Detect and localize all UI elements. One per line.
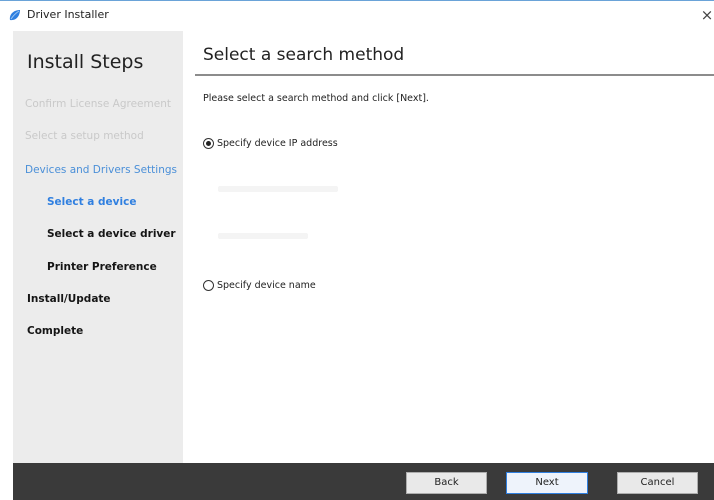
- cancel-button[interactable]: Cancel: [617, 472, 698, 494]
- disabled-subfield: [218, 233, 308, 239]
- option-device-name[interactable]: Specify device name: [203, 280, 316, 291]
- step-confirm-license: Confirm License Agreement: [25, 98, 171, 110]
- install-steps-sidebar: Install Steps Confirm License Agreement …: [13, 31, 183, 463]
- step-devices-drivers-settings: Devices and Drivers Settings: [25, 164, 177, 176]
- step-select-setup-method: Select a setup method: [25, 130, 144, 142]
- next-button[interactable]: Next: [506, 472, 588, 494]
- disabled-subfield: [218, 186, 338, 192]
- step-printer-preference: Printer Preference: [47, 261, 157, 273]
- app-logo-icon: [9, 10, 20, 21]
- option-device-ip-address[interactable]: Specify device IP address: [203, 138, 338, 149]
- window-title: Driver Installer: [27, 8, 109, 21]
- step-install-update: Install/Update: [27, 293, 111, 305]
- title-bar: Driver Installer ×: [0, 1, 714, 31]
- radio-checked-icon[interactable]: [203, 138, 214, 149]
- sidebar-title: Install Steps: [27, 51, 144, 73]
- driver-installer-window: Driver Installer × Install Steps Confirm…: [0, 0, 714, 500]
- back-button[interactable]: Back: [406, 472, 487, 494]
- close-button[interactable]: ×: [700, 5, 714, 25]
- title-divider: [195, 74, 714, 76]
- step-complete: Complete: [27, 325, 84, 337]
- instruction-text: Please select a search method and click …: [203, 93, 429, 104]
- close-icon: ×: [700, 6, 714, 24]
- radio-unchecked-icon[interactable]: [203, 280, 214, 291]
- step-select-device-driver: Select a device driver: [47, 228, 176, 240]
- option-label: Specify device name: [217, 280, 316, 291]
- footer-bar: Back Next Cancel: [13, 463, 714, 500]
- page-title: Select a search method: [203, 45, 405, 65]
- option-label: Specify device IP address: [217, 138, 338, 149]
- step-select-device: Select a device: [47, 196, 137, 208]
